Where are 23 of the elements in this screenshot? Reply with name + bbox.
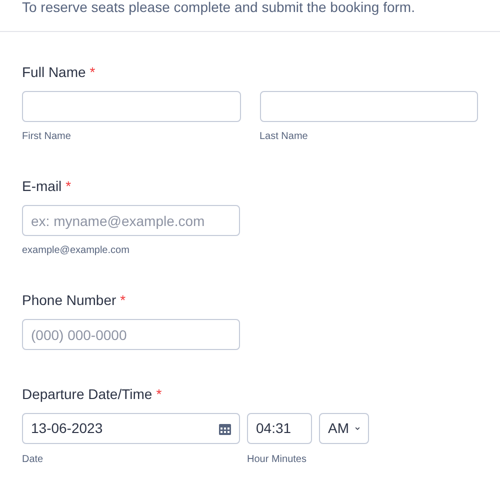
field-label: Phone Number — [22, 290, 116, 310]
required-mark: * — [90, 62, 96, 82]
ampm-dropdown[interactable]: AM — [319, 413, 369, 444]
field-sublabel: Date — [22, 454, 44, 466]
field-sublabel: Hour Minutes — [247, 454, 308, 466]
chevron-down-icon — [355, 426, 360, 431]
field-sublabel: First Name — [22, 131, 72, 143]
field-label: Full Name — [22, 62, 86, 82]
email-field[interactable]: ex: myname@example.com — [22, 205, 240, 236]
required-mark: * — [66, 176, 72, 196]
calendar-icon — [219, 422, 231, 434]
text-field[interactable] — [22, 91, 240, 122]
field-label: Departure Date/Time — [22, 384, 152, 404]
field-sublabel: Last Name — [260, 131, 309, 143]
date-field[interactable]: 13-06-2023 — [22, 413, 240, 444]
required-mark: * — [156, 384, 162, 404]
field-sublabel: example@example.com — [22, 245, 130, 256]
intro-text: To reserve seats please complete and submit the booking form. — [22, 0, 416, 14]
field-label: E-mail — [22, 176, 62, 196]
required-mark: * — [120, 290, 126, 310]
phone-field[interactable]: (000) 000-0000 — [22, 319, 240, 350]
time-field[interactable]: 04:31 — [247, 413, 312, 444]
text-field[interactable] — [260, 91, 478, 122]
